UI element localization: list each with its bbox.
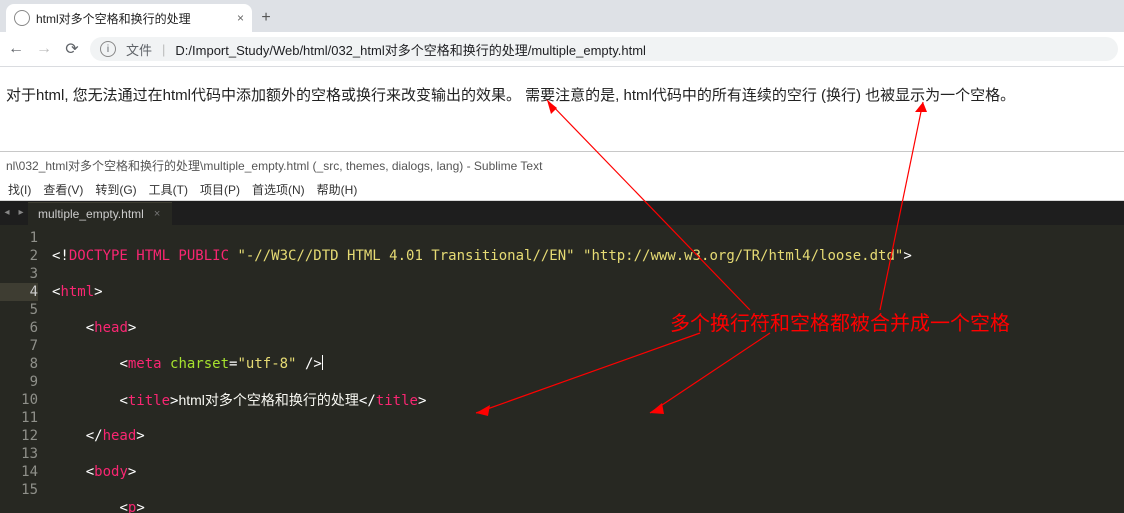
url-scheme-label: 文件 xyxy=(126,40,152,59)
editor-tab[interactable]: multiple_empty.html × xyxy=(28,202,172,225)
line-gutter: 123456789101112131415 xyxy=(0,225,46,513)
globe-icon xyxy=(14,10,30,26)
sublime-window: nl\032_html对多个空格和换行的处理\multiple_empty.ht… xyxy=(0,151,1124,513)
address-bar[interactable]: i 文件 | D:/Import_Study/Web/html/032_html… xyxy=(90,37,1118,61)
info-icon[interactable]: i xyxy=(100,41,116,57)
page-paragraph: 对于html, 您无法通过在html代码中添加额外的空格或换行来改变输出的效果。… xyxy=(6,87,1015,104)
menu-view[interactable]: 查看(V) xyxy=(39,181,87,198)
sublime-titlebar: nl\032_html对多个空格和换行的处理\multiple_empty.ht… xyxy=(0,152,1124,178)
menu-help[interactable]: 帮助(H) xyxy=(313,181,362,198)
tab-scroll-right-icon[interactable]: ▸ xyxy=(14,201,28,225)
back-button[interactable]: ← xyxy=(6,40,26,58)
browser-tabstrip: html对多个空格和换行的处理 × + xyxy=(0,0,1124,32)
page-content: 对于html, 您无法通过在html代码中添加额外的空格或换行来改变输出的效果。… xyxy=(0,67,1124,153)
url-path: D:/Import_Study/Web/html/032_html对多个空格和换… xyxy=(175,40,646,59)
forward-button: → xyxy=(34,40,54,58)
tab-scroll-left-icon[interactable]: ◂ xyxy=(0,201,14,225)
editor-tab-label: multiple_empty.html xyxy=(38,207,144,221)
menu-goto[interactable]: 转到(G) xyxy=(91,181,140,198)
menu-prefs[interactable]: 首选项(N) xyxy=(248,181,309,198)
text-cursor xyxy=(322,355,323,370)
new-tab-button[interactable]: + xyxy=(252,4,280,32)
menu-project[interactable]: 项目(P) xyxy=(196,181,244,198)
sublime-menubar[interactable]: 找(I) 查看(V) 转到(G) 工具(T) 项目(P) 首选项(N) 帮助(H… xyxy=(0,178,1124,201)
browser-toolbar: ← → ⟳ i 文件 | D:/Import_Study/Web/html/03… xyxy=(0,32,1124,67)
close-icon[interactable]: × xyxy=(237,11,244,25)
code-area[interactable]: <!DOCTYPE HTML PUBLIC "-//W3C//DTD HTML … xyxy=(46,225,1124,513)
browser-tab-active[interactable]: html对多个空格和换行的处理 × xyxy=(6,4,252,32)
code-editor[interactable]: 123456789101112131415 <!DOCTYPE HTML PUB… xyxy=(0,225,1124,513)
menu-find[interactable]: 找(I) xyxy=(4,181,35,198)
close-icon[interactable]: × xyxy=(154,208,160,220)
separator: | xyxy=(162,42,165,57)
menu-tools[interactable]: 工具(T) xyxy=(145,181,192,198)
reload-button[interactable]: ⟳ xyxy=(62,39,82,59)
tab-title: html对多个空格和换行的处理 xyxy=(36,10,231,27)
sublime-tabbar: ◂ ▸ multiple_empty.html × xyxy=(0,201,1124,225)
